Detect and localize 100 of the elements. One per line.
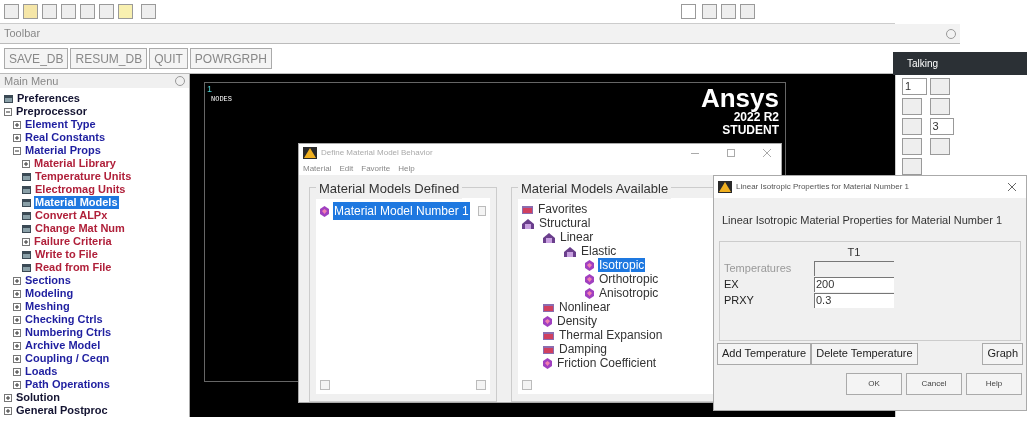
menu-item[interactable]: Path Operations	[24, 378, 111, 391]
gem-icon	[543, 357, 552, 369]
expand-icon[interactable]	[13, 367, 21, 376]
model-item[interactable]: Material Model Number 1	[333, 202, 470, 220]
tree-item[interactable]: Nonlinear	[558, 300, 612, 314]
edition-label: STUDENT	[722, 124, 779, 137]
tree-item[interactable]: Damping	[558, 342, 609, 356]
menu-item[interactable]: Change Mat Num	[34, 222, 126, 235]
menu-item[interactable]: Material Props	[24, 144, 102, 157]
dialog-button[interactable]: Cancel	[906, 372, 962, 395]
window-title: Define Material Model Behavior	[321, 147, 434, 160]
expand-icon[interactable]	[13, 120, 21, 129]
tree-item[interactable]: Density	[556, 314, 598, 328]
row-label: Temperatures	[724, 260, 793, 276]
action-button[interactable]: Add Temperature	[717, 342, 812, 365]
menu-item[interactable]: Material	[303, 162, 332, 175]
app-icon	[718, 181, 732, 193]
menu-item[interactable]: Checking Ctrls	[24, 313, 104, 326]
folder-icon	[543, 330, 554, 340]
dialog-button[interactable]: Help	[966, 372, 1022, 395]
view-select[interactable]: 1	[902, 78, 927, 95]
panel-title: Main Menu	[4, 73, 59, 89]
row-label: PRXY	[724, 292, 755, 308]
tree-item[interactable]: Orthotropic	[598, 272, 660, 286]
menu-item[interactable]: Preferences	[16, 92, 81, 105]
close-icon[interactable]	[1008, 183, 1016, 191]
menu-item[interactable]: Electromag Units	[34, 183, 127, 196]
folder-icon	[522, 204, 533, 214]
version-label: 2022 R2	[733, 111, 779, 124]
tree-item[interactable]: Thermal Expansion	[558, 328, 664, 342]
tree-item[interactable]: Anisotropic	[598, 286, 660, 300]
action-button[interactable]: Graph	[982, 342, 1023, 365]
menu-item[interactable]: Material Library	[33, 157, 117, 170]
expand-icon[interactable]	[13, 328, 21, 337]
gem-icon	[585, 287, 594, 299]
gem-icon	[543, 315, 552, 327]
collapse-icon[interactable]	[13, 146, 21, 155]
folder-icon	[543, 344, 554, 354]
menu-item[interactable]: Meshing	[24, 300, 71, 313]
gem-icon	[585, 259, 594, 271]
tree-item[interactable]: Friction Coefficient	[556, 356, 658, 370]
talking-badge: Talking	[893, 52, 1027, 75]
input-field[interactable]	[814, 260, 894, 276]
menu-item[interactable]: Modeling	[24, 287, 75, 300]
menu-item[interactable]: General Postproc	[15, 404, 109, 417]
menu-item[interactable]: Coupling / Ceqn	[24, 352, 111, 365]
maximize-icon[interactable]	[727, 149, 735, 158]
menu-item[interactable]: Loads	[24, 365, 59, 378]
minimize-icon[interactable]	[691, 152, 699, 154]
tree-item[interactable]: Structural	[538, 216, 592, 230]
menu-item[interactable]: Real Constants	[24, 131, 107, 144]
column-header: T1	[846, 244, 862, 260]
command-icon	[4, 94, 13, 103]
menu-item[interactable]: Favorite	[361, 162, 391, 175]
menu-item[interactable]: Preprocessor	[15, 105, 88, 118]
dialog-button[interactable]: OK	[846, 372, 902, 395]
menu-item[interactable]: Temperature Units	[34, 170, 133, 183]
expand-icon[interactable]	[13, 276, 21, 285]
collapse-icon[interactable]	[4, 107, 12, 116]
menu-item[interactable]: Convert ALPx	[34, 209, 109, 222]
expand-icon[interactable]	[4, 406, 12, 415]
menu-item[interactable]: Archive Model	[24, 339, 102, 352]
expand-icon[interactable]	[22, 159, 30, 168]
menu-item[interactable]: Numbering Ctrls	[24, 326, 113, 339]
input-field[interactable]: 200	[814, 276, 894, 292]
expand-icon[interactable]	[13, 341, 21, 350]
app-icon	[303, 147, 317, 160]
menu-item[interactable]: Failure Criteria	[33, 235, 113, 248]
menu-item[interactable]: Element Type	[24, 118, 97, 131]
menu-item[interactable]: Solution	[15, 391, 61, 404]
menu-item[interactable]: Write to File	[34, 248, 99, 261]
toolbar-title: Toolbar	[4, 26, 41, 42]
menu-item[interactable]: Material Models	[34, 196, 119, 209]
expand-icon[interactable]	[13, 315, 21, 324]
structure-icon	[543, 231, 555, 243]
menu-item[interactable]: Help	[398, 162, 415, 175]
structure-icon	[564, 245, 576, 257]
expand-icon[interactable]	[22, 237, 30, 246]
window-title: Linear Isotropic Properties for Material Number 1	[736, 181, 910, 193]
menu-item[interactable]: Sections	[24, 274, 72, 287]
expand-icon[interactable]	[4, 393, 12, 402]
tree-item[interactable]: Favorites	[537, 202, 589, 216]
logo: Ansys	[700, 85, 779, 111]
tree-item[interactable]: Elastic	[580, 244, 618, 258]
menu-item[interactable]: Read from File	[34, 261, 113, 274]
dialog-heading: Linear Isotropic Material Properties for Material Number 1	[721, 213, 1003, 228]
tree-item[interactable]: Isotropic	[598, 258, 646, 272]
expand-icon[interactable]	[13, 380, 21, 389]
gem-icon	[320, 205, 329, 217]
expand-icon[interactable]	[13, 289, 21, 298]
tree-item[interactable]: Linear	[559, 230, 595, 244]
folder-icon	[543, 302, 554, 312]
expand-icon[interactable]	[13, 354, 21, 363]
gem-icon	[585, 273, 594, 285]
menu-item[interactable]: Edit	[339, 162, 354, 175]
input-field[interactable]: 0.3	[814, 292, 894, 308]
expand-icon[interactable]	[13, 133, 21, 142]
action-button[interactable]: Delete Temperature	[811, 342, 918, 365]
view-select[interactable]: 3	[929, 118, 954, 135]
expand-icon[interactable]	[13, 302, 21, 311]
